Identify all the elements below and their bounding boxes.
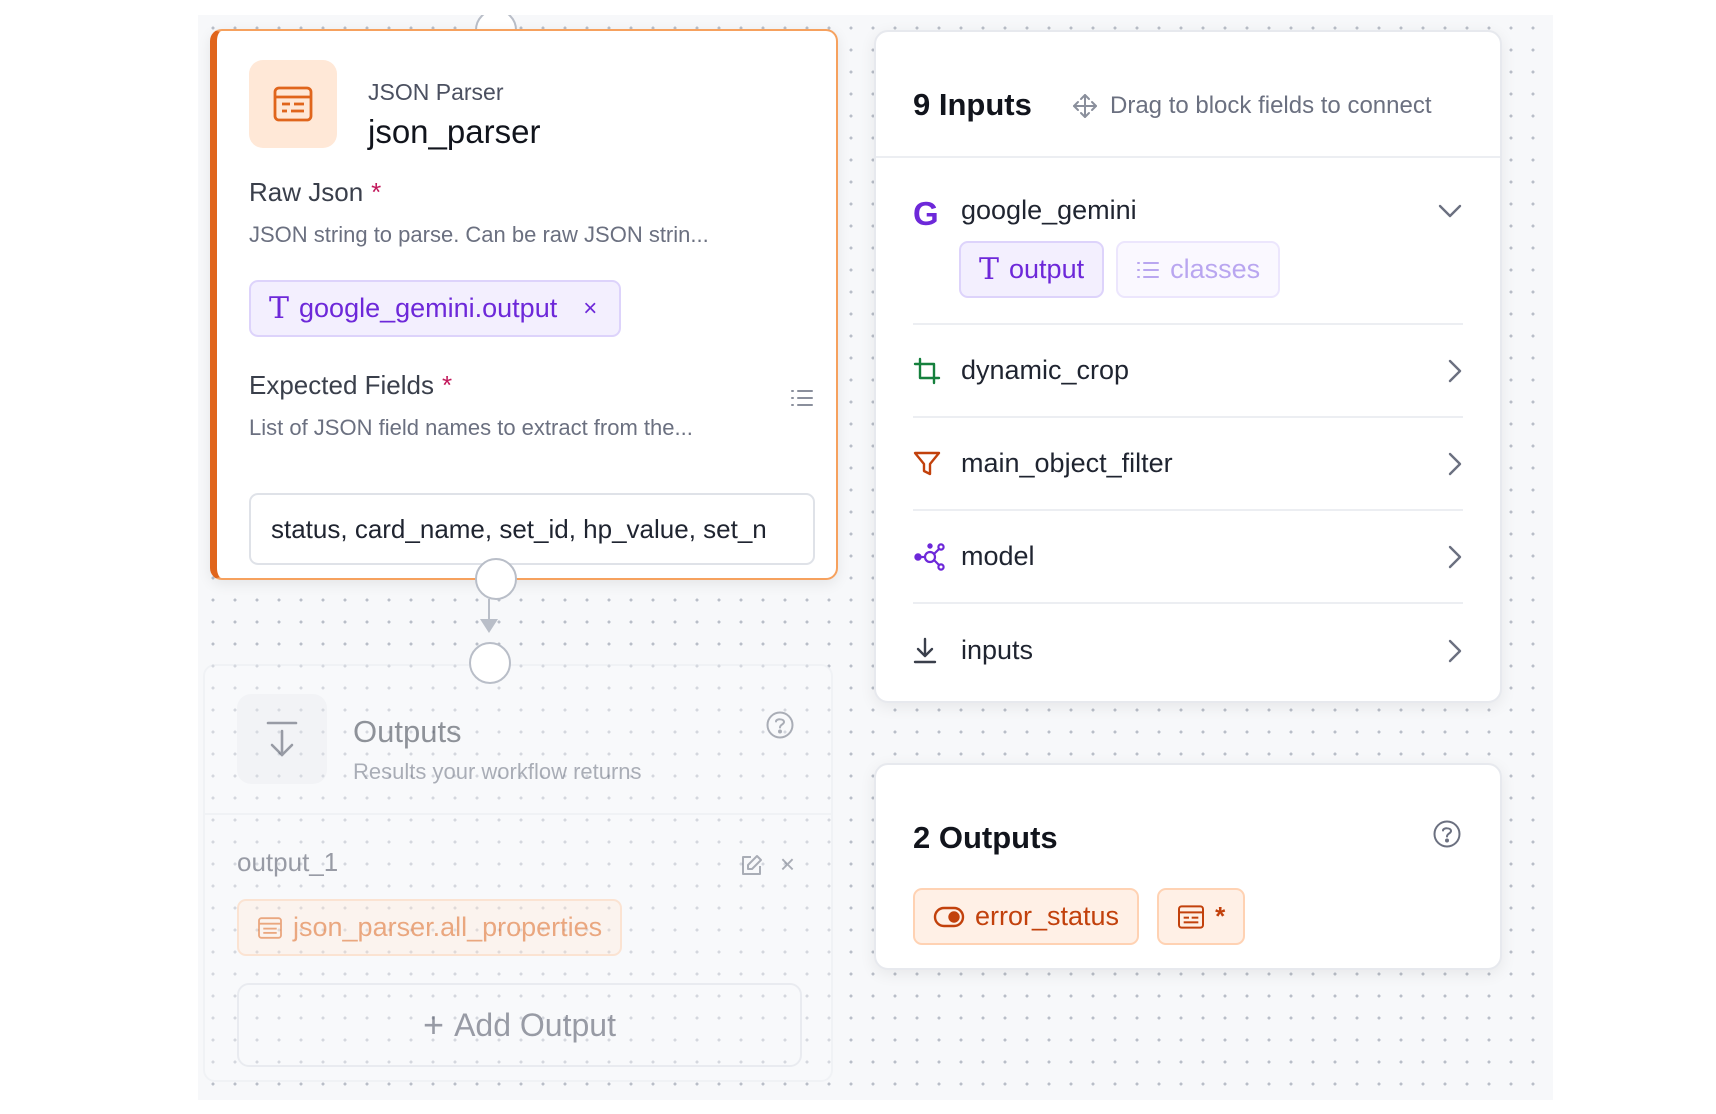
block-name[interactable]: json_parser (368, 113, 540, 151)
drag-hint: Drag to block fields to connect (1072, 92, 1432, 120)
download-icon (237, 694, 327, 784)
close-icon[interactable]: × (583, 295, 597, 323)
help-icon[interactable] (765, 710, 795, 745)
required-mark: * (371, 177, 382, 207)
output-binding-chip[interactable]: json_parser.all_properties (237, 899, 623, 956)
input-row-label: inputs (961, 635, 1034, 665)
outputs-block-subtitle: Results your workflow returns (353, 759, 642, 784)
wildcard-label: * (1215, 901, 1226, 931)
divider (205, 813, 831, 815)
divider (876, 156, 1500, 158)
input-row-label: model (961, 541, 1035, 571)
drag-hint-text: Drag to block fields to connect (1110, 92, 1432, 119)
raw-json-description: JSON string to parse. Can be raw JSON st… (249, 222, 709, 247)
chevron-right-icon[interactable] (1433, 358, 1463, 384)
json-parser-icon (1178, 904, 1205, 929)
edit-icon[interactable] (740, 853, 764, 877)
outputs-panel-title: 2 Outputs (913, 820, 1058, 855)
field-chip-classes[interactable]: classes (1116, 241, 1281, 298)
chevron-right-icon[interactable] (1433, 451, 1463, 477)
inputs-panel-title: 9 Inputs (913, 87, 1032, 122)
outputs-block-title: Outputs (353, 714, 462, 749)
input-row-model[interactable]: model (913, 511, 1463, 604)
input-row-main-object-filter[interactable]: main_object_filter (913, 418, 1463, 511)
input-row-label: main_object_filter (961, 448, 1173, 478)
field-chip-output[interactable]: T output (959, 241, 1105, 298)
text-type-icon: T (979, 252, 1000, 287)
filter-icon (913, 450, 947, 478)
plus-icon: + (423, 1004, 445, 1045)
json-parser-icon (258, 916, 282, 939)
output-chip-all-properties[interactable]: * (1157, 888, 1246, 945)
list-icon (1137, 261, 1160, 278)
chevron-right-icon[interactable] (1433, 638, 1463, 664)
field-chip-label: output (1009, 254, 1085, 284)
expected-fields-label: Expected Fields * (249, 370, 452, 401)
help-icon[interactable] (1432, 819, 1462, 854)
google-gemini-fields: T output classes (959, 241, 1281, 298)
input-row-label: google_gemini (961, 195, 1137, 225)
list-icon[interactable] (790, 388, 814, 413)
output-port-bottom[interactable] (475, 558, 517, 600)
move-icon (1073, 94, 1097, 118)
json-parser-block[interactable]: JSON Parser json_parser Raw Json * JSON s… (210, 29, 838, 580)
model-graph-icon (913, 542, 947, 571)
field-chip-label: classes (1170, 254, 1261, 284)
chevron-right-icon[interactable] (1433, 544, 1463, 570)
chevron-down-icon[interactable] (1433, 195, 1463, 219)
json-parser-icon (249, 60, 337, 148)
required-mark: * (441, 370, 453, 400)
expected-fields-description: List of JSON field names to extract from… (249, 415, 693, 440)
outputs-input-port[interactable] (469, 642, 511, 684)
close-icon[interactable]: × (780, 849, 795, 880)
expected-fields-label-text: Expected Fields (249, 370, 434, 400)
binding-text: google_gemini.output (299, 293, 558, 323)
output-chip-error-status[interactable]: error_status (913, 888, 1140, 945)
block-type-label: JSON Parser (368, 79, 504, 105)
raw-json-label-text: Raw Json (249, 177, 364, 207)
google-icon: G (913, 195, 947, 233)
outputs-panel: 2 Outputs error_status * (874, 763, 1502, 970)
input-row-label: dynamic_crop (961, 355, 1130, 385)
crop-icon (913, 357, 947, 385)
output-chips: error_status * (913, 888, 1246, 945)
input-row-dynamic-crop[interactable]: dynamic_crop (913, 325, 1463, 418)
add-output-label: Add Output (454, 1006, 616, 1043)
download-icon (913, 637, 947, 665)
toggle-icon (933, 906, 965, 927)
output-binding-text: json_parser.all_properties (293, 912, 603, 942)
add-output-button[interactable]: + Add Output (237, 983, 802, 1067)
text-type-icon: T (269, 291, 290, 326)
connector-arrow-icon (480, 599, 498, 633)
output-chip-label: error_status (975, 901, 1120, 931)
workflow-canvas[interactable]: JSON Parser json_parser Raw Json * JSON s… (198, 15, 1553, 1100)
outputs-block[interactable]: Outputs Results your workflow returns ou… (203, 664, 833, 1082)
expected-fields-input[interactable]: status, card_name, set_id, hp_value, set… (249, 493, 815, 565)
raw-json-binding-chip[interactable]: T google_gemini.output × (249, 280, 622, 337)
google-letter: G (913, 195, 939, 232)
raw-json-label: Raw Json * (249, 177, 381, 208)
input-row-inputs[interactable]: inputs (913, 604, 1463, 697)
inputs-panel: 9 Inputs Drag to block fields to connect… (874, 30, 1502, 703)
output-actions: × (740, 849, 795, 880)
output-name-label[interactable]: output_1 (237, 847, 338, 878)
